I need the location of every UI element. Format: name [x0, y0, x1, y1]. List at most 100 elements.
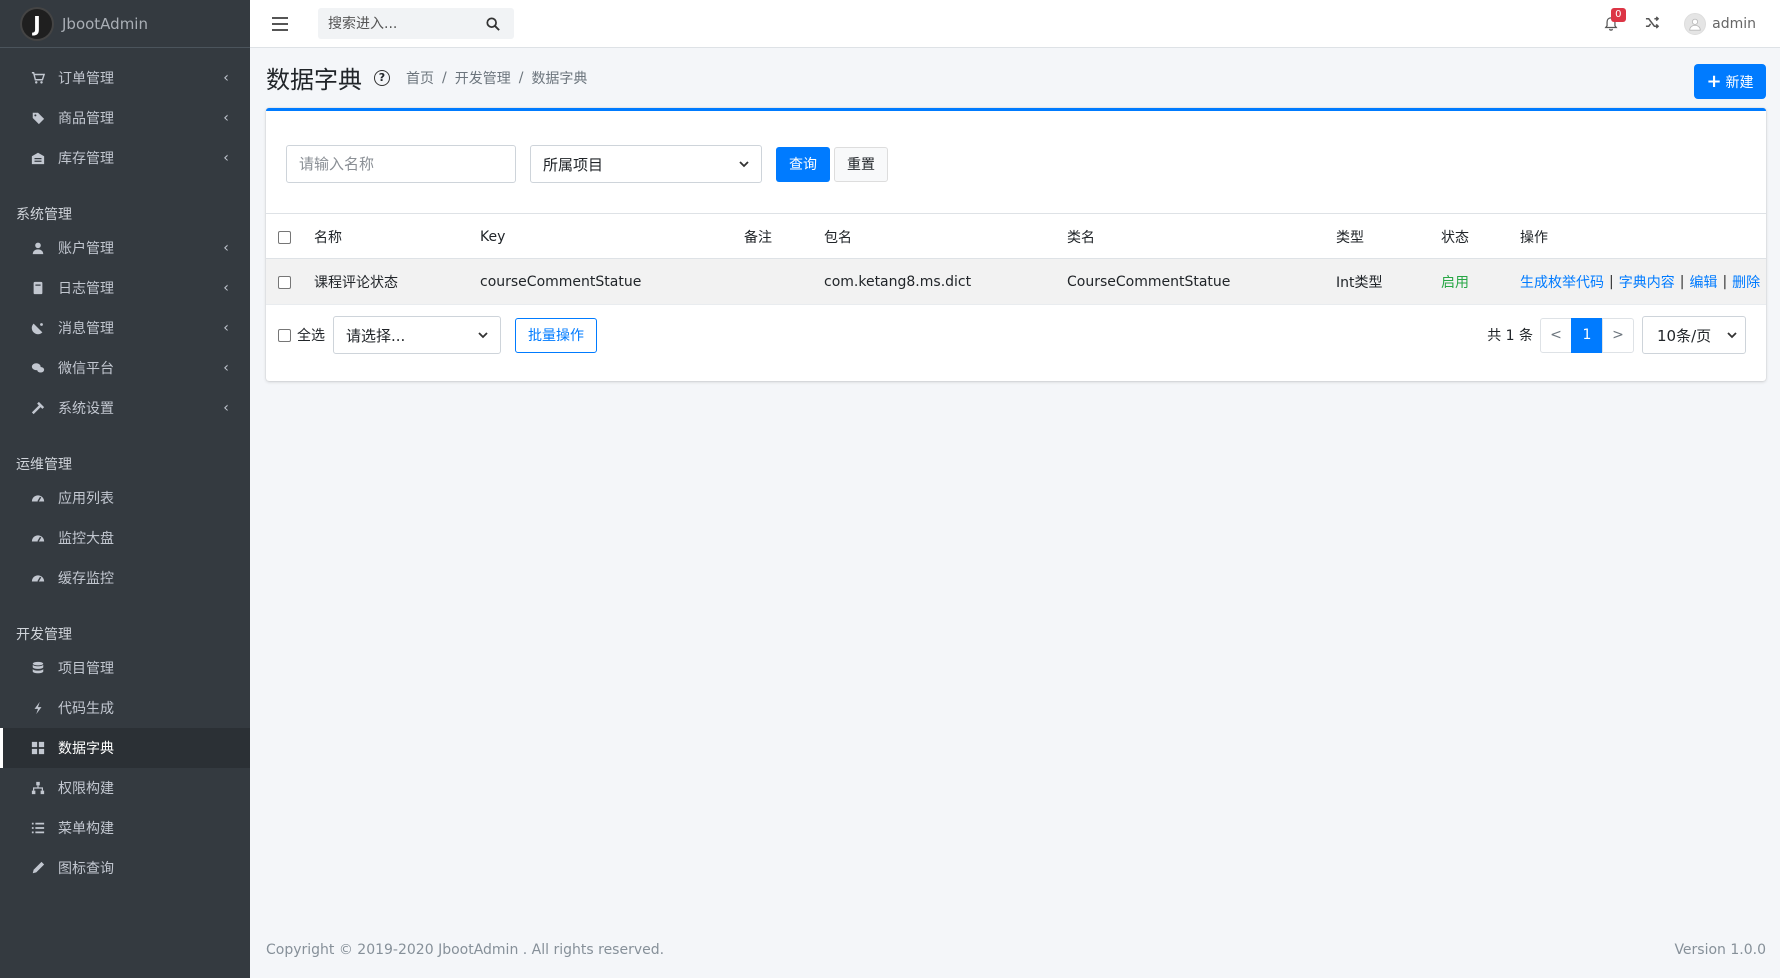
avatar [1684, 13, 1707, 35]
filter-bar: 所属项目 查询 重置 [286, 145, 888, 183]
dict-card: 所属项目 查询 重置 名称 Key 备注 包名 类名 类型 状态 操作 课程评论… [266, 108, 1766, 381]
search-input[interactable] [318, 9, 478, 38]
shuffle-icon[interactable] [1645, 15, 1660, 34]
page-footer: Copyright © 2019-2020 JbootAdmin . All r… [266, 942, 1766, 958]
hammer-icon [30, 400, 46, 416]
nav-header-dev: 开发管理 [16, 627, 72, 643]
chevron-left-icon: ‹ [223, 70, 229, 86]
breadcrumb-separator: / [518, 69, 524, 86]
select-all-label: 全选 [297, 328, 325, 344]
database-icon [30, 660, 46, 676]
cell-name: 课程评论状态 [314, 275, 398, 291]
col-type: 类型 [1336, 230, 1364, 246]
sidebar-item-label: 消息管理 [58, 321, 114, 337]
sidebar-item-dev-0[interactable]: 项目管理 [0, 648, 250, 688]
sidebar-item-label: 权限构建 [58, 781, 114, 797]
help-icon[interactable]: ? [374, 69, 390, 86]
sidebar-item-dev-2[interactable]: 数据字典 [0, 728, 250, 768]
page-size-select[interactable]: 10条/页 [1642, 316, 1746, 354]
sidebar-item-dev-4[interactable]: 菜单构建 [0, 808, 250, 848]
chevron-left-icon: ‹ [223, 110, 229, 126]
sidebar-item-system-3[interactable]: 微信平台 ‹ [0, 348, 250, 388]
sidebar-item-label: 图标查询 [58, 861, 114, 877]
project-select-value: 所属项目 [543, 155, 604, 174]
dict-table: 名称 Key 备注 包名 类名 类型 状态 操作 课程评论状态 courseCo… [266, 213, 1766, 305]
breadcrumb-dev[interactable]: 开发管理 [455, 68, 511, 88]
query-button[interactable]: 查询 [776, 146, 830, 182]
brand[interactable]: J JbootAdmin [0, 0, 250, 48]
col-key: Key [480, 229, 506, 245]
sidebar-item-label: 订单管理 [58, 71, 114, 87]
menu-toggle-icon[interactable] [272, 17, 288, 31]
sidebar-item-ops-2[interactable]: 缓存监控 [0, 558, 250, 598]
sidebar-item-label: 日志管理 [58, 281, 114, 297]
chevron-left-icon: ‹ [223, 400, 229, 416]
table-row: 课程评论状态 courseCommentStatue com.ketang8.m… [266, 259, 1766, 305]
version: Version 1.0.0 [1674, 942, 1766, 958]
reset-button[interactable]: 重置 [834, 146, 888, 182]
page-button-current[interactable]: 1 [1571, 317, 1603, 353]
sidebar-item-label: 微信平台 [58, 361, 114, 377]
col-status: 状态 [1441, 230, 1469, 246]
sidebar-item-dev-3[interactable]: 权限构建 [0, 768, 250, 808]
sidebar-item-top-2[interactable]: 库存管理 ‹ [0, 138, 250, 178]
sidebar-item-label: 应用列表 [58, 491, 114, 507]
sidebar-item-system-4[interactable]: 系统设置 ‹ [0, 388, 250, 428]
sidebar-item-label: 库存管理 [58, 151, 114, 167]
chevron-left-icon: ‹ [223, 150, 229, 166]
select-all-checkbox-header[interactable] [278, 230, 291, 244]
sidebar: J JbootAdmin 订单管理 ‹ 商品管理 ‹ 库存管理 ‹ 系统管理 账户管理 ‹ 日… [0, 0, 250, 978]
sidebar-item-ops-0[interactable]: 应用列表 [0, 478, 250, 518]
search-box [318, 8, 514, 39]
name-input[interactable] [286, 145, 516, 183]
sidebar-item-label: 监控大盘 [58, 531, 114, 547]
sidebar-item-dev-5[interactable]: 图标查询 [0, 848, 250, 888]
chevron-left-icon: ‹ [223, 360, 229, 376]
pen-icon [30, 860, 46, 876]
sidebar-item-system-0[interactable]: 账户管理 ‹ [0, 228, 250, 268]
search-icon[interactable] [478, 9, 508, 38]
batch-button[interactable]: 批量操作 [515, 317, 597, 353]
select-all-checkbox[interactable] [278, 328, 291, 342]
notifications[interactable]: 0 [1601, 8, 1626, 34]
cell-class: CourseCommentStatue [1067, 274, 1231, 290]
breadcrumb-separator: / [442, 69, 447, 86]
batch-select[interactable]: 请选择... [333, 316, 501, 354]
sidebar-item-top-1[interactable]: 商品管理 ‹ [0, 98, 250, 138]
delete-link[interactable]: 删除 [1732, 272, 1760, 292]
edit-link[interactable]: 编辑 [1689, 272, 1717, 292]
user-menu[interactable]: admin [1684, 13, 1756, 35]
dict-content-link[interactable]: 字典内容 [1619, 272, 1675, 292]
sidebar-item-label: 项目管理 [58, 661, 114, 677]
book-icon [30, 280, 46, 296]
breadcrumb-current: 数据字典 [531, 70, 588, 87]
brand-name: JbootAdmin [62, 14, 148, 33]
prev-page-button[interactable]: < [1540, 317, 1572, 353]
sidebar-item-ops-1[interactable]: 监控大盘 [0, 518, 250, 558]
generate-enum-link[interactable]: 生成枚举代码 [1520, 272, 1604, 292]
col-package: 包名 [824, 230, 852, 246]
next-page-button[interactable]: > [1602, 317, 1634, 353]
sidebar-item-label: 数据字典 [58, 741, 114, 757]
wechat-icon [30, 360, 46, 376]
satellite-icon [30, 320, 46, 336]
pagination: 共 1 条 < 1 > 10条/页 [1487, 315, 1746, 355]
nav-header-ops: 运维管理 [16, 457, 72, 473]
new-button[interactable]: + 新建 [1694, 64, 1766, 99]
grid-icon [30, 740, 46, 756]
sidebar-item-top-0[interactable]: 订单管理 ‹ [0, 58, 250, 98]
sidebar-item-system-2[interactable]: 消息管理 ‹ [0, 308, 250, 348]
row-actions: 生成枚举代码 | 字典内容 | 编辑 | 删除 [1520, 272, 1761, 292]
sidebar-item-system-1[interactable]: 日志管理 ‹ [0, 268, 250, 308]
sidebar-item-dev-1[interactable]: 代码生成 [0, 688, 250, 728]
gauge-icon [30, 530, 46, 546]
copyright: Copyright © 2019-2020 JbootAdmin . All r… [266, 942, 665, 958]
status-badge: 启用 [1441, 275, 1469, 291]
project-select[interactable]: 所属项目 [530, 145, 762, 183]
tag-icon [30, 110, 46, 126]
chevron-left-icon: ‹ [223, 320, 229, 336]
sidebar-item-label: 商品管理 [58, 111, 114, 127]
breadcrumb-home[interactable]: 首页 [406, 68, 434, 88]
row-checkbox[interactable] [278, 275, 291, 289]
topbar-right: 0 admin [1601, 0, 1756, 48]
